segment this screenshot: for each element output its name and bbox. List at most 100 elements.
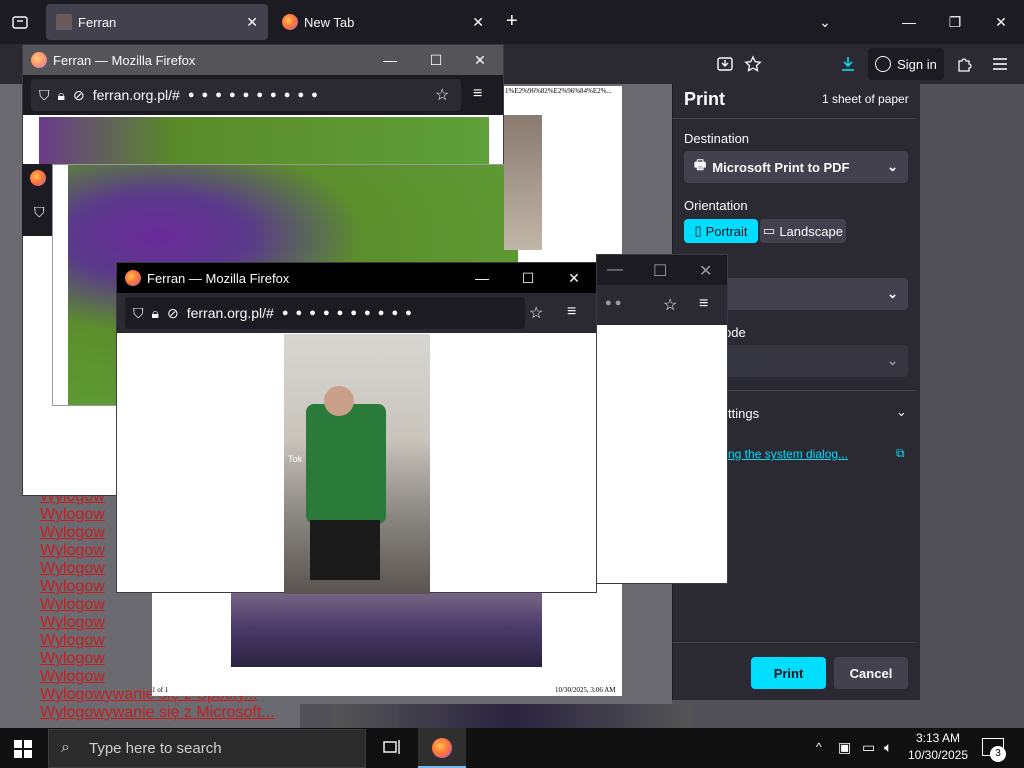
menu-icon[interactable]: ≡: [699, 295, 708, 313]
tab-list-icon[interactable]: [4, 6, 36, 38]
network-icon[interactable]: ▣: [838, 739, 851, 756]
tab-favicon: [56, 14, 72, 30]
url-toolbar: ● ● ☆ ≡: [597, 285, 727, 325]
print-button[interactable]: Print: [751, 657, 826, 689]
task-view-icon[interactable]: [382, 738, 402, 756]
printer-icon: 🖶: [694, 157, 707, 172]
page-header-text: 1%E2%96%82%E2%96%84%E2%...: [505, 87, 612, 95]
person-head-shape: [324, 386, 354, 416]
menu-icon[interactable]: ≡: [473, 85, 482, 103]
person-shirt-shape: [306, 404, 386, 524]
background-video-strip: [332, 704, 692, 728]
window-titlebar: — ☐ ✕: [597, 255, 727, 285]
portrait-label: Portrait: [705, 223, 748, 239]
window-title: Ferran — Mozilla Firefox: [53, 52, 196, 68]
close-icon[interactable]: ✕: [978, 0, 1024, 44]
logout-line: Wylogowywanie się z Microsoft...: [40, 704, 275, 721]
print-title: Print: [684, 89, 726, 109]
tab-label: Ferran: [78, 14, 117, 30]
portrait-button[interactable]: ▯ Portrait: [684, 219, 758, 243]
emoji-sequence: ● ● ● ● ● ● ● ● ● ●: [187, 89, 320, 101]
landscape-label: Landscape: [779, 223, 843, 239]
orientation-label: Orientation: [684, 198, 748, 213]
taskbar-search-box[interactable]: ⌕ Type here to search: [48, 729, 366, 768]
minimize-icon[interactable]: —: [367, 45, 413, 75]
landscape-icon: ▭: [763, 223, 776, 238]
restore-icon[interactable]: ❐: [932, 0, 978, 44]
lock-icon: 🔒︎: [151, 304, 159, 321]
shield-icon: ⛉: [34, 204, 45, 220]
url-toolbar: ⛉ 🔒︎ ⊘ ferran.org.pl/# ● ● ● ● ● ● ● ● ●…: [23, 75, 503, 115]
bookmark-star-icon[interactable]: ☆: [435, 85, 449, 105]
bookmark-star-icon[interactable]: [737, 48, 769, 80]
menu-icon[interactable]: ≡: [567, 303, 576, 321]
menu-icon[interactable]: [984, 48, 1016, 80]
system-dialog-link[interactable]: ng the system dialog...: [728, 447, 848, 461]
logout-line: Wylogow: [40, 632, 105, 649]
windows-start-icon[interactable]: [14, 740, 32, 758]
cancel-button[interactable]: Cancel: [834, 657, 908, 689]
destination-select[interactable]: 🖶 Microsoft Print to PDF ⌄: [684, 151, 908, 183]
chevron-down-icon[interactable]: ⌄: [896, 404, 907, 420]
maximize-icon[interactable]: ☐: [653, 261, 667, 281]
close-icon[interactable]: ✕: [457, 45, 503, 75]
window-titlebar: Ferran — Mozilla Firefox — ☐ ✕: [23, 45, 503, 75]
landscape-button[interactable]: ▭ Landscape: [760, 219, 846, 243]
downloads-icon[interactable]: [832, 48, 864, 80]
minimize-icon[interactable]: —: [886, 0, 932, 44]
logout-line: Wylogow: [40, 578, 105, 595]
account-icon: [875, 56, 892, 72]
minimize-icon[interactable]: —: [607, 261, 623, 279]
logout-line: Wylogow: [40, 506, 105, 523]
maximize-icon[interactable]: ☐: [413, 45, 459, 75]
emoji-sequence: ● ● ● ● ● ● ● ● ● ●: [281, 307, 414, 319]
taskbar-firefox-button[interactable]: [418, 728, 466, 768]
chevron-down-icon: ⌄: [887, 286, 898, 301]
close-icon[interactable]: ✕: [699, 261, 712, 281]
close-icon[interactable]: ✕: [472, 14, 484, 31]
sheet-count: 1 sheet of paper: [822, 92, 909, 106]
minimize-icon[interactable]: —: [459, 263, 505, 293]
display-icon[interactable]: ▭: [862, 739, 875, 756]
logout-line: Wylogow: [40, 614, 105, 631]
maximize-icon[interactable]: ☐: [505, 263, 551, 293]
tab-new-tab[interactable]: New Tab ✕: [272, 4, 494, 40]
clock-date[interactable]: 10/30/2025: [904, 748, 972, 762]
video-green-image: [39, 117, 489, 165]
emoji-sequence: ● ●: [605, 297, 622, 309]
url-bar[interactable]: ⛉ 🔒︎ ⊘ ferran.org.pl/# ● ● ● ● ● ● ● ● ●…: [125, 297, 525, 329]
firefox-icon: [125, 270, 141, 286]
lock-icon: 🔒︎: [57, 86, 65, 103]
tab-ferran[interactable]: Ferran ✕: [46, 4, 268, 40]
divider: [672, 642, 916, 643]
logout-line: Wylogow: [40, 524, 105, 541]
chevron-up-icon[interactable]: ^: [816, 740, 822, 754]
new-tab-icon[interactable]: +: [506, 10, 518, 33]
logout-line: Wylogow: [40, 650, 105, 667]
destination-label: Destination: [684, 131, 750, 146]
logout-line: Wylogow: [40, 668, 105, 685]
sign-in-label: Sign in: [897, 56, 937, 72]
shield-icon: ⛉: [133, 304, 144, 321]
clock-time[interactable]: 3:13 AM: [908, 731, 968, 745]
bookmark-star-icon[interactable]: ☆: [663, 295, 677, 315]
extensions-icon[interactable]: [948, 48, 980, 80]
logout-line: Wylogow: [40, 542, 105, 559]
sign-in-button[interactable]: Sign in: [868, 48, 944, 80]
close-icon[interactable]: ✕: [551, 263, 597, 293]
window-titlebar: Ferran — Mozilla Firefox — ☐ ✕: [117, 263, 596, 293]
more-settings-label[interactable]: ttings: [728, 406, 759, 421]
tab-label: New Tab: [304, 14, 355, 30]
url-text: ferran.org.pl/#: [92, 87, 180, 103]
person-legs-shape: [310, 520, 380, 580]
bookmark-star-icon[interactable]: ☆: [529, 303, 543, 323]
url-bar[interactable]: ⛉ 🔒︎ ⊘ ferran.org.pl/# ● ● ● ● ● ● ● ● ●…: [31, 79, 461, 111]
chevron-down-icon[interactable]: ⌄: [802, 0, 848, 44]
close-icon[interactable]: ✕: [246, 14, 258, 31]
background-video-slice: [504, 115, 542, 250]
tiktok-watermark: Tok: [288, 454, 303, 464]
firefox-icon: [282, 14, 298, 30]
popup-window-right: — ☐ ✕ ● ● ☆ ≡: [596, 254, 728, 584]
volume-muted-icon[interactable]: 🔈︎: [884, 739, 892, 756]
url-toolbar: ⛉ 🔒︎ ⊘ ferran.org.pl/# ● ● ● ● ● ● ● ● ●…: [117, 293, 596, 333]
